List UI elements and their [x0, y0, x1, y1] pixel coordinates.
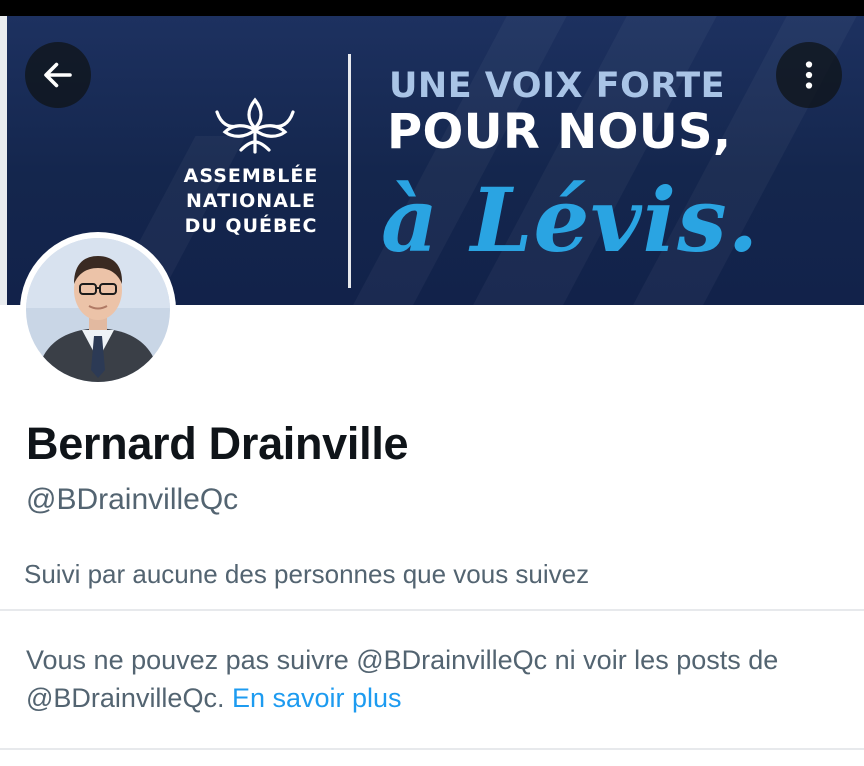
- slogan-line-2: POUR NOUS,: [387, 104, 732, 160]
- assemblee-line: DU QUÉBEC: [184, 215, 318, 237]
- learn-more-link[interactable]: En savoir plus: [232, 683, 402, 713]
- more-options-button[interactable]: [776, 42, 842, 108]
- divider: [0, 609, 864, 611]
- assemblee-line: ASSEMBLÉE: [183, 165, 319, 187]
- slogan-line-1: UNE VOIX FORTE: [389, 66, 726, 106]
- notice-text: Vous ne pouvez pas suivre @BDrainvilleQc…: [26, 645, 779, 713]
- assemblee-wordmark: ASSEMBLÉE NATIONALE DU QUÉBEC: [171, 164, 331, 239]
- display-name: Bernard Drainville: [26, 418, 409, 469]
- divider: [0, 748, 864, 750]
- assemblee-logo-icon: [215, 97, 295, 154]
- banner-divider: [348, 54, 351, 288]
- more-vertical-icon: [805, 61, 813, 89]
- user-handle: @BDrainvilleQc: [26, 483, 239, 516]
- status-bar: [0, 0, 864, 16]
- assemblee-line: NATIONALE: [185, 190, 316, 212]
- blocked-notice: Vous ne pouvez pas suivre @BDrainvilleQc…: [26, 641, 846, 717]
- back-button[interactable]: [25, 42, 91, 108]
- profile-photo: [26, 238, 170, 382]
- followers-you-know: Suivi par aucune des personnes que vous …: [24, 559, 590, 589]
- edge-strip: [0, 16, 7, 305]
- slogan-line-3: à Lévis.: [381, 168, 760, 272]
- arrow-left-icon: [44, 62, 72, 88]
- avatar[interactable]: [20, 232, 176, 388]
